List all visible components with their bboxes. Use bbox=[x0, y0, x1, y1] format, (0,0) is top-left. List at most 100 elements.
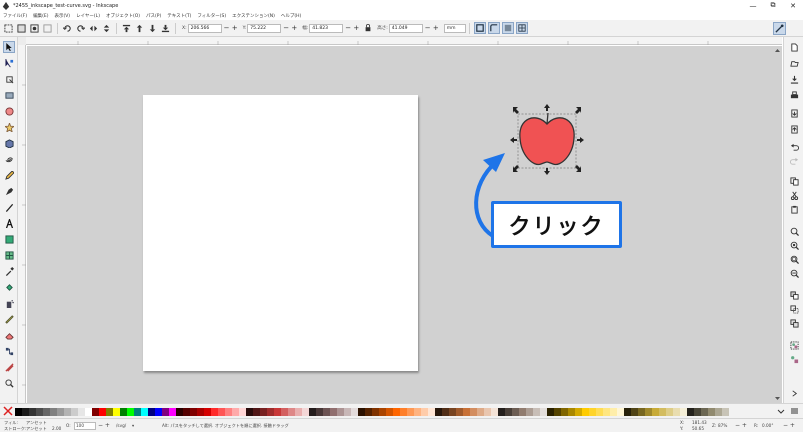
color-swatch[interactable] bbox=[71, 408, 78, 416]
color-swatch[interactable] bbox=[498, 408, 505, 416]
color-swatch[interactable] bbox=[218, 408, 225, 416]
color-swatch[interactable] bbox=[316, 408, 323, 416]
color-swatch[interactable] bbox=[204, 408, 211, 416]
palette-menu-icon[interactable] bbox=[790, 407, 799, 415]
export-icon[interactable] bbox=[788, 123, 800, 135]
color-swatch[interactable] bbox=[190, 408, 197, 416]
color-swatch[interactable] bbox=[358, 408, 365, 416]
color-swatch[interactable] bbox=[589, 408, 596, 416]
color-swatch[interactable] bbox=[540, 408, 547, 416]
copy-icon[interactable] bbox=[788, 175, 800, 187]
color-swatch[interactable] bbox=[85, 408, 92, 416]
color-swatch[interactable] bbox=[232, 408, 239, 416]
clone-icon[interactable] bbox=[788, 303, 800, 315]
color-swatch[interactable] bbox=[393, 408, 400, 416]
import-icon[interactable] bbox=[788, 107, 800, 119]
color-swatch[interactable] bbox=[99, 408, 106, 416]
color-swatch[interactable] bbox=[533, 408, 540, 416]
color-swatch[interactable] bbox=[666, 408, 673, 416]
undo-icon[interactable] bbox=[788, 141, 800, 153]
opacity-stepper[interactable]: − + bbox=[98, 422, 110, 429]
color-swatch[interactable] bbox=[610, 408, 617, 416]
color-swatch[interactable] bbox=[197, 408, 204, 416]
color-swatch[interactable] bbox=[141, 408, 148, 416]
color-swatch[interactable] bbox=[309, 408, 316, 416]
color-swatch[interactable] bbox=[64, 408, 71, 416]
unlink-clone-icon[interactable] bbox=[788, 317, 800, 329]
color-swatch[interactable] bbox=[582, 408, 589, 416]
color-swatch[interactable] bbox=[211, 408, 218, 416]
color-swatch[interactable] bbox=[722, 408, 729, 416]
color-swatch[interactable] bbox=[106, 408, 113, 416]
color-swatch[interactable] bbox=[561, 408, 568, 416]
color-swatch[interactable] bbox=[659, 408, 666, 416]
color-swatch[interactable] bbox=[92, 408, 99, 416]
color-swatch[interactable] bbox=[428, 408, 435, 416]
color-swatch[interactable] bbox=[694, 408, 701, 416]
stroke-width[interactable]: 2.00 bbox=[52, 426, 61, 431]
vertical-scrollbar[interactable] bbox=[773, 46, 782, 403]
no-paint-swatch[interactable] bbox=[3, 406, 13, 416]
palette-scroll-icon[interactable] bbox=[777, 407, 785, 415]
color-swatch[interactable] bbox=[673, 408, 680, 416]
color-swatch[interactable] bbox=[78, 408, 85, 416]
color-swatch[interactable] bbox=[596, 408, 603, 416]
paste-icon[interactable] bbox=[788, 203, 800, 215]
color-swatch[interactable] bbox=[302, 408, 309, 416]
color-swatch[interactable] bbox=[43, 408, 50, 416]
zoom-stepper[interactable]: − + bbox=[735, 422, 747, 429]
color-swatch[interactable] bbox=[50, 408, 57, 416]
color-swatch[interactable] bbox=[624, 408, 631, 416]
color-swatch[interactable] bbox=[365, 408, 372, 416]
color-swatch[interactable] bbox=[330, 408, 337, 416]
color-swatch[interactable] bbox=[463, 408, 470, 416]
color-swatch[interactable] bbox=[295, 408, 302, 416]
color-swatch[interactable] bbox=[512, 408, 519, 416]
zoom-selection-icon[interactable] bbox=[788, 225, 800, 237]
color-swatch[interactable] bbox=[526, 408, 533, 416]
color-swatch[interactable] bbox=[484, 408, 491, 416]
stroke-indicator[interactable]: アンセット bbox=[26, 426, 47, 432]
color-swatch[interactable] bbox=[274, 408, 281, 416]
color-swatch[interactable] bbox=[708, 408, 715, 416]
color-swatch[interactable] bbox=[246, 408, 253, 416]
color-swatch[interactable] bbox=[680, 408, 687, 416]
color-swatch[interactable] bbox=[379, 408, 386, 416]
new-document-icon[interactable] bbox=[788, 41, 800, 53]
color-swatch[interactable] bbox=[267, 408, 274, 416]
color-swatch[interactable] bbox=[645, 408, 652, 416]
color-swatch[interactable] bbox=[155, 408, 162, 416]
color-swatch[interactable] bbox=[421, 408, 428, 416]
layer-dropdown-icon[interactable]: ▾ bbox=[132, 423, 134, 428]
color-swatch[interactable] bbox=[372, 408, 379, 416]
color-swatch[interactable] bbox=[477, 408, 484, 416]
color-swatch[interactable] bbox=[407, 408, 414, 416]
color-swatch[interactable] bbox=[344, 408, 351, 416]
color-swatch[interactable] bbox=[337, 408, 344, 416]
color-swatch[interactable] bbox=[491, 408, 498, 416]
color-swatch[interactable] bbox=[134, 408, 141, 416]
group-icon[interactable] bbox=[788, 339, 800, 351]
apple-object[interactable] bbox=[519, 112, 575, 166]
color-swatch[interactable] bbox=[288, 408, 295, 416]
zoom-width-icon[interactable] bbox=[788, 267, 800, 279]
save-icon[interactable] bbox=[788, 73, 800, 85]
layer-indicator[interactable]: /svg/ bbox=[116, 423, 126, 428]
color-swatch[interactable] bbox=[183, 408, 190, 416]
color-swatch[interactable] bbox=[687, 408, 694, 416]
rotate-field[interactable]: 0.00° bbox=[762, 423, 773, 428]
color-swatch[interactable] bbox=[638, 408, 645, 416]
rotate-stepper[interactable]: − + bbox=[783, 422, 795, 429]
color-swatch[interactable] bbox=[519, 408, 526, 416]
color-swatch[interactable] bbox=[29, 408, 36, 416]
color-swatch[interactable] bbox=[442, 408, 449, 416]
color-swatch[interactable] bbox=[239, 408, 246, 416]
color-swatch[interactable] bbox=[400, 408, 407, 416]
cut-icon[interactable] bbox=[788, 189, 800, 201]
color-swatch[interactable] bbox=[323, 408, 330, 416]
color-swatch[interactable] bbox=[162, 408, 169, 416]
zoom-page-icon[interactable] bbox=[788, 253, 800, 265]
color-swatch[interactable] bbox=[120, 408, 127, 416]
ungroup-icon[interactable] bbox=[788, 353, 800, 365]
color-swatch[interactable] bbox=[176, 408, 183, 416]
